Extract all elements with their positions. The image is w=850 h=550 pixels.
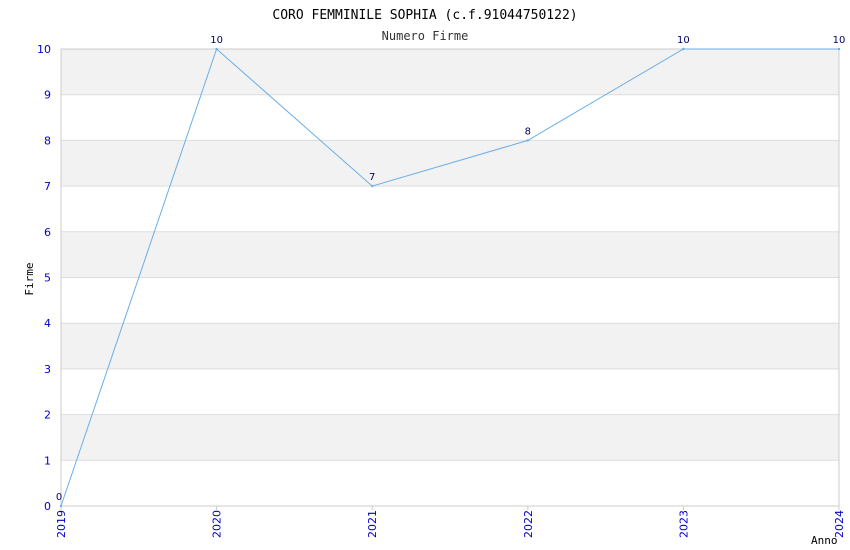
line-chart: CORO FEMMINILE SOPHIA (c.f.91044750122) … [23, 8, 846, 547]
y-tick-label: 0 [44, 500, 51, 513]
grid-bands [61, 49, 839, 461]
chart-subtitle: Numero Firme [382, 29, 469, 43]
data-point [371, 184, 374, 188]
x-tick-label: 2023 [677, 510, 690, 538]
grid-band [61, 323, 839, 369]
data-point [682, 47, 685, 51]
y-tick-label: 6 [44, 226, 51, 239]
y-tick-label: 9 [44, 89, 51, 102]
grid-band [61, 49, 839, 95]
data-point [526, 139, 529, 142]
data-label: 10 [210, 35, 223, 46]
y-axis-ticks: 0 1 2 3 4 5 6 7 8 9 10 [37, 43, 51, 513]
y-tick-label: 10 [37, 43, 51, 56]
x-axis-ticks: 2019 2020 2021 2022 2023 2024 [55, 506, 846, 538]
y-tick-label: 7 [44, 180, 51, 193]
data-label: 10 [677, 35, 690, 46]
data-point [837, 47, 841, 51]
x-tick-label: 2019 [55, 510, 68, 538]
y-tick-label: 2 [44, 409, 51, 422]
data-label: 8 [525, 126, 531, 137]
x-axis-label: Anno [811, 534, 838, 547]
grid-band [61, 414, 839, 461]
y-tick-label: 8 [44, 134, 51, 147]
y-axis-label: Firme [23, 262, 36, 295]
y-tick-label: 3 [44, 363, 51, 376]
chart-title: CORO FEMMINILE SOPHIA (c.f.91044750122) [272, 8, 577, 23]
y-tick-label: 5 [44, 272, 51, 285]
x-tick-label: 2021 [366, 510, 379, 538]
x-tick-label: 2020 [211, 510, 224, 538]
x-tick-label: 2022 [522, 510, 535, 538]
data-point [215, 47, 218, 51]
data-label: 0 [56, 492, 62, 503]
y-tick-label: 4 [44, 317, 51, 330]
data-point [59, 504, 63, 508]
grid-band [61, 231, 839, 278]
data-label: 7 [369, 172, 375, 183]
data-label: 10 [833, 35, 846, 46]
y-tick-label: 1 [44, 454, 51, 467]
